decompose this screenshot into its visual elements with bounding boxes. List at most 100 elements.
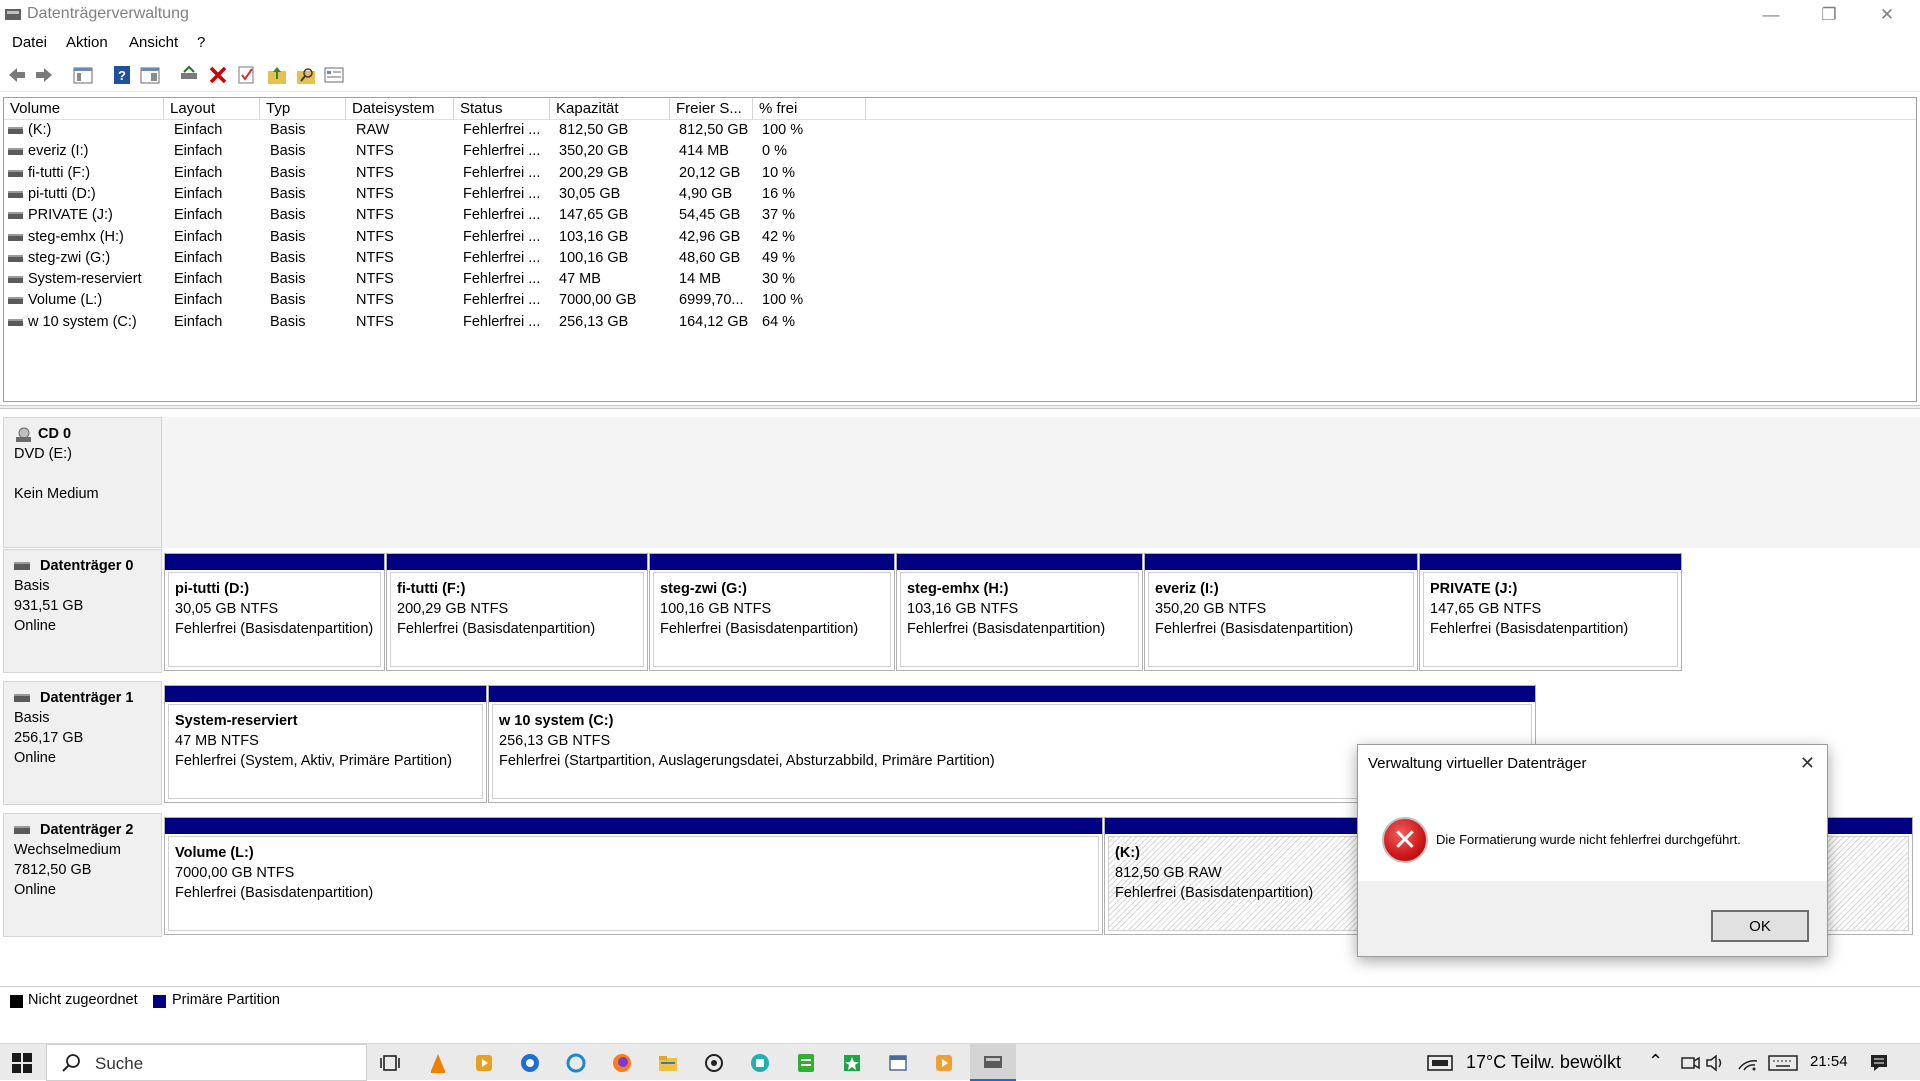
cd-drive-icon [14, 427, 32, 442]
table-row[interactable]: Volume (L:) Einfach Basis NTFS Fehlerfrei ..… [4, 292, 904, 313]
clock-time[interactable]: 21:54 [1810, 1053, 1848, 1070]
partition-size: 200,29 GB NTFS [397, 601, 509, 617]
disk-label-cd0[interactable]: CD 0 DVD (E:) Kein Medium [3, 417, 162, 548]
table-cell: 42,96 GB [679, 228, 741, 245]
table-row[interactable]: PRIVATE (J:) Einfach Basis NTFS Fehlerfrei .… [4, 207, 904, 228]
taskbar-search-box[interactable]: Suche [46, 1044, 367, 1081]
dialog-close-button[interactable]: ✕ [1800, 753, 1815, 774]
partition-volume-l[interactable]: Volume (L:) 7000,00 GB NTFS Fehlerfrei (Ba… [164, 817, 1103, 935]
file-explorer-icon[interactable] [656, 1051, 680, 1075]
forward-icon[interactable] [33, 64, 55, 86]
column-header-typ[interactable]: Typ [260, 98, 346, 120]
disk-status: Online [14, 750, 56, 766]
column-header-dateisystem[interactable]: Dateisystem [346, 98, 454, 120]
disk-label-disk0[interactable]: Datenträger 0 Basis 931,51 GB Online [3, 549, 162, 673]
table-cell: Basis [270, 292, 306, 309]
delete-icon[interactable] [207, 64, 229, 86]
volume-drive-icon [8, 190, 23, 198]
task-view-icon[interactable] [378, 1051, 402, 1075]
notification-center-icon[interactable] [1868, 1052, 1890, 1078]
column-header-layout[interactable]: Layout [164, 98, 260, 120]
partition-size: 30,05 GB NTFS [175, 601, 279, 617]
column-header-volume[interactable]: Volume [4, 98, 164, 120]
partition-steg-zwi[interactable]: steg-zwi (G:) 100,16 GB NTFS Fehlerfrei (B… [649, 553, 895, 671]
ok-button[interactable]: OK [1711, 910, 1809, 942]
restore-button[interactable]: ❐ [1800, 0, 1858, 30]
menu-aktion[interactable]: Aktion [66, 34, 108, 51]
disk-label-disk2[interactable]: Datenträger 2 Wechselmedium 7812,50 GB O… [3, 813, 162, 937]
close-icon: ✕ [1879, 5, 1895, 24]
volume-drive-icon [8, 148, 23, 156]
partition-steg-emhx[interactable]: steg-emhx (H:) 103,16 GB NTFS Fehlerfrei (… [896, 553, 1143, 671]
partition-private[interactable]: PRIVATE (J:) 147,65 GB NTFS Fehlerfrei (Ba… [1419, 553, 1682, 671]
windows-start-icon[interactable] [10, 1051, 34, 1075]
table-row[interactable]: everiz (I:) Einfach Basis NTFS Fehlerfrei ..… [4, 143, 904, 164]
table-row[interactable]: w 10 system (C:) Einfach Basis NTFS Fehlerfr… [4, 314, 904, 335]
column-header-status[interactable]: Status [454, 98, 550, 120]
table-cell: Fehlerfrei ... [463, 207, 541, 224]
table-row[interactable]: steg-zwi (G:) Einfach Basis NTFS Fehlerfrei … [4, 250, 904, 271]
partition-name: w 10 system (C:) [499, 713, 614, 729]
column-header-kapazitaet[interactable]: Kapazität [550, 98, 670, 120]
settings-list-icon[interactable] [323, 64, 345, 86]
volume-speaker-icon[interactable] [1705, 1053, 1727, 1077]
console-tree-icon[interactable] [72, 64, 94, 86]
column-header-freier-speicher[interactable]: Freier S... [670, 98, 753, 120]
menu-datei[interactable]: Datei [12, 34, 47, 51]
tray-chevron-up-icon[interactable]: ⌃ [1648, 1051, 1663, 1072]
table-cell: NTFS [356, 271, 394, 288]
table-cell: 7000,00 GB [559, 292, 637, 309]
check-icon[interactable] [236, 64, 258, 86]
cortana-circle-icon[interactable] [564, 1051, 588, 1075]
weather-icon[interactable] [1427, 1053, 1453, 1077]
media-player-icon[interactable] [932, 1051, 956, 1075]
minimize-button[interactable]: — [1742, 0, 1800, 30]
taskbar: Suche 17°C Teilw. bewölkt ⌃ 21:54 [0, 1043, 1920, 1081]
table-cell: Fehlerfrei ... [463, 185, 541, 202]
partition-pi-tutti[interactable]: pi-tutti (D:) 30,05 GB NTFS Fehlerfrei (Ba… [164, 553, 385, 671]
hard-disk-icon [14, 562, 30, 570]
table-row[interactable]: (K:) Einfach Basis RAW Fehlerfrei ... 812,50 … [4, 122, 904, 143]
menu-help[interactable]: ? [197, 34, 205, 51]
close-icon: ✕ [1799, 753, 1815, 773]
media-app-icon[interactable] [472, 1051, 496, 1075]
volume-drive-icon [8, 127, 23, 134]
firefox-icon[interactable] [610, 1051, 634, 1075]
active-task-disk-management[interactable] [970, 1044, 1016, 1081]
window-app-icon[interactable] [886, 1051, 910, 1075]
table-row[interactable]: System-reserviert Einfach Basis NTFS Fehlerf… [4, 271, 904, 292]
partition-fi-tutti[interactable]: fi-tutti (F:) 200,29 GB NTFS Fehlerfrei (B… [386, 553, 648, 671]
menu-ansicht[interactable]: Ansicht [129, 34, 178, 51]
close-button[interactable]: ✕ [1858, 0, 1916, 30]
table-cell: Basis [270, 185, 306, 202]
keyboard-icon[interactable] [1768, 1054, 1798, 1076]
volume-list-header: Volume Layout Typ Dateisystem Status Kap… [4, 98, 1916, 120]
table-cell: 103,16 GB [559, 228, 629, 245]
table-cell: 147,65 GB [559, 207, 629, 224]
partition-system-reserviert[interactable]: System-reserviert 47 MB NTFS Fehlerfrei (S… [164, 685, 487, 803]
table-row[interactable]: pi-tutti (D:) Einfach Basis NTFS Fehlerfrei … [4, 186, 904, 207]
column-header-prozent-frei[interactable]: % frei [753, 98, 866, 120]
weather-text[interactable]: 17°C Teilw. bewölkt [1466, 1052, 1621, 1073]
green-star-app-icon[interactable] [840, 1051, 864, 1075]
vlc-icon[interactable] [426, 1051, 450, 1075]
folder-up-icon[interactable] [266, 64, 288, 86]
disk-label-disk1[interactable]: Datenträger 1 Basis 256,17 GB Online [3, 681, 162, 805]
teal-app-icon[interactable] [748, 1051, 772, 1075]
clock-app-icon[interactable] [702, 1051, 726, 1075]
help-icon[interactable]: ? [111, 64, 133, 86]
green-notes-icon[interactable] [794, 1051, 818, 1075]
browser-blue-icon[interactable] [518, 1051, 542, 1075]
table-cell: Fehlerfrei ... [463, 122, 541, 138]
table-cell: 100 % [762, 292, 804, 309]
meet-now-icon[interactable] [1680, 1053, 1700, 1077]
connect-drive-icon[interactable] [178, 64, 200, 86]
table-row[interactable]: steg-emhx (H:) Einfach Basis NTFS Fehlerfrei… [4, 229, 904, 250]
window-title: Datenträgerverwaltung [27, 5, 189, 22]
back-icon[interactable] [6, 64, 28, 86]
table-row[interactable]: fi-tutti (F:) Einfach Basis NTFS Fehlerfrei … [4, 165, 904, 186]
properties-icon[interactable] [139, 64, 161, 86]
partition-everiz[interactable]: everiz (I:) 350,20 GB NTFS Fehlerfrei (Bas… [1144, 553, 1418, 671]
wifi-icon[interactable] [1737, 1053, 1759, 1077]
folder-search-icon[interactable] [295, 64, 317, 86]
